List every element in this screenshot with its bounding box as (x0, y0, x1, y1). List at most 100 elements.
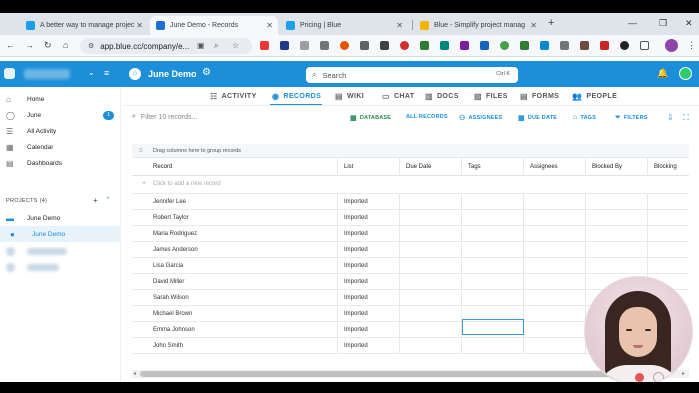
collapse-sidebar-icon[interactable]: ≡ (104, 68, 109, 78)
cell-blocked-by[interactable] (586, 258, 648, 274)
tab-activity[interactable]: ☷ ACTIVITY (210, 92, 257, 101)
sidebar-item-calendar[interactable]: ▦ Calendar (0, 139, 121, 155)
cell-blocking[interactable] (648, 258, 689, 274)
zoom-icon[interactable]: ⌕ (214, 41, 218, 51)
cell-tags[interactable] (462, 338, 524, 354)
extension-icon[interactable] (300, 41, 309, 50)
browser-tab-3[interactable]: Pricing | Blue ✕ (280, 16, 408, 35)
minimize-icon[interactable]: — (628, 18, 637, 28)
filters-button[interactable]: ⏷ FILTERS (615, 114, 648, 122)
cell-blocking[interactable] (648, 242, 689, 258)
cell-list[interactable]: Imported (338, 194, 400, 210)
cell-record[interactable]: Sarah Wilson (132, 290, 338, 306)
cell-blocked-by[interactable] (586, 242, 648, 258)
column-header-tags[interactable]: Tags (462, 158, 524, 176)
due-date-button[interactable]: ▦ DUE DATE (518, 114, 557, 122)
cell-blocked-by[interactable] (586, 210, 648, 226)
cell-due-date[interactable] (400, 338, 462, 354)
tab-forms[interactable]: ▤ FORMS (520, 92, 559, 101)
cell-blocked-by[interactable] (586, 194, 648, 210)
tab-people[interactable]: 👥 PEOPLE (572, 92, 617, 101)
sidebar-item-dashboards[interactable]: ▤ Dashboards (0, 155, 121, 171)
table-row[interactable]: James Anderson Imported (132, 242, 689, 258)
cell-assignees[interactable] (524, 258, 586, 274)
site-info-icon[interactable]: ⚙ (88, 42, 94, 50)
add-record-row[interactable]: + Click to add a new record (132, 176, 689, 194)
cell-record[interactable]: Emma Johnson (132, 322, 338, 338)
cell-due-date[interactable] (400, 242, 462, 258)
address-bar[interactable]: ⚙ app.blue.cc/company/e... (80, 38, 252, 54)
search-input[interactable]: ⌕ Search Ctrl K (306, 67, 518, 83)
table-row[interactable]: Lisa Garcia Imported (132, 258, 689, 274)
extensions-puzzle-icon[interactable] (640, 41, 649, 50)
cell-record[interactable]: David Miller (132, 274, 338, 290)
table-row[interactable]: Maria Rodriguez Imported (132, 226, 689, 242)
browser-tab-2[interactable]: June Demo - Records ✕ (150, 16, 278, 35)
extension-icon[interactable] (400, 41, 409, 50)
cell-due-date[interactable] (400, 274, 462, 290)
column-header-assignees[interactable]: Assignees (524, 158, 586, 176)
cell-blocking[interactable] (648, 194, 689, 210)
extension-icon[interactable] (600, 41, 609, 50)
cell-list[interactable]: Imported (338, 226, 400, 242)
camera-toggle-icon[interactable] (653, 372, 664, 382)
avatar[interactable] (679, 67, 692, 80)
gear-icon[interactable]: ⚙ (202, 67, 211, 78)
cell-record[interactable]: Michael Brown (132, 306, 338, 322)
home-icon[interactable]: ⌂ (63, 40, 68, 50)
tags-button[interactable]: ⌂ TAGS (573, 114, 596, 121)
scrollbar-thumb[interactable] (140, 371, 640, 377)
tab-docs[interactable]: ▥ DOCS (425, 92, 459, 101)
cell-due-date[interactable] (400, 210, 462, 226)
cell-list[interactable]: Imported (338, 338, 400, 354)
extension-icon[interactable] (500, 41, 509, 50)
sidebar-item-june[interactable]: ◯ June 1 (0, 107, 121, 123)
cell-tags[interactable] (462, 290, 524, 306)
bell-icon[interactable]: 🔔 (657, 68, 668, 79)
chevron-down-icon[interactable]: ⌄ (88, 68, 95, 77)
column-header-blocking[interactable]: Blocking (648, 158, 689, 176)
sidebar-item-all-activity[interactable]: ☰ All Activity (0, 123, 121, 139)
extension-icon[interactable] (580, 41, 589, 50)
sidebar-item-home[interactable]: ⌂ Home (0, 91, 121, 107)
cell-assignees[interactable] (524, 210, 586, 226)
cell-list[interactable]: Imported (338, 274, 400, 290)
cell-list[interactable]: Imported (338, 258, 400, 274)
cell-assignees[interactable] (524, 290, 586, 306)
extension-icon[interactable] (540, 41, 549, 50)
cell-list[interactable]: Imported (338, 322, 400, 338)
scroll-left-icon[interactable]: ◂ (133, 370, 136, 377)
cell-assignees[interactable] (524, 194, 586, 210)
install-app-icon[interactable]: ▣ (197, 41, 205, 50)
maximize-icon[interactable]: ❐ (659, 18, 667, 29)
extension-icon[interactable] (260, 41, 269, 50)
extension-icon[interactable] (560, 41, 569, 50)
cell-tags[interactable] (462, 258, 524, 274)
cell-due-date[interactable] (400, 226, 462, 242)
browser-profile-avatar[interactable] (665, 39, 678, 52)
extension-icon[interactable] (620, 41, 629, 50)
cell-due-date[interactable] (400, 322, 462, 338)
cell-tags[interactable] (462, 242, 524, 258)
cell-blocking[interactable] (648, 210, 689, 226)
bookmark-star-icon[interactable]: ☆ (232, 41, 239, 50)
cell-assignees[interactable] (524, 242, 586, 258)
all-records-button[interactable]: ALL RECORDS (406, 114, 448, 120)
cell-assignees[interactable] (524, 338, 586, 354)
cell-list[interactable]: Imported (338, 290, 400, 306)
cell-due-date[interactable] (400, 290, 462, 306)
close-tab-icon[interactable]: ✕ (530, 21, 537, 30)
close-tab-icon[interactable]: ✕ (396, 21, 403, 30)
browser-tab-1[interactable]: A better way to manage projec ✕ (20, 16, 148, 35)
project-title[interactable]: June Demo (148, 69, 197, 79)
cell-blocking[interactable] (648, 226, 689, 242)
back-icon[interactable]: ← (6, 40, 15, 50)
column-header-blocked-by[interactable]: Blocked By (586, 158, 648, 176)
download-icon[interactable]: ⇩ (667, 113, 674, 122)
browser-menu-icon[interactable]: ⋮ (687, 40, 696, 51)
cell-record[interactable]: James Anderson (132, 242, 338, 258)
filter-records-input[interactable]: ⌕ Filter 10 records... (132, 113, 197, 121)
browser-tab-4[interactable]: Blue - Simplify project manag ✕ (414, 16, 542, 35)
sidebar-project-june-demo-folder[interactable]: ▬ June Demo (0, 210, 121, 226)
forward-icon[interactable]: → (25, 40, 34, 50)
